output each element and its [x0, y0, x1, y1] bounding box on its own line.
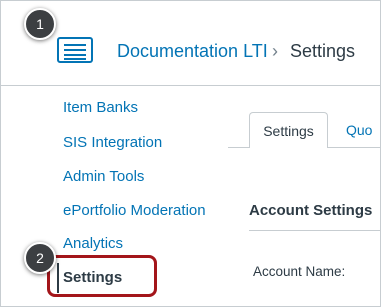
menu-bar-line	[64, 44, 86, 46]
account-name-label: Account Name:	[253, 264, 346, 279]
app-frame: Documentation LTI › Settings Item Banks …	[0, 0, 381, 307]
step-callout-1: 1	[24, 8, 56, 40]
section-heading-account-settings: Account Settings	[249, 202, 373, 219]
settings-highlight-box	[47, 255, 157, 297]
sidebar-item-eportfolio-moderation[interactable]: ePortfolio Moderation	[63, 202, 206, 220]
sidebar-item-sis-integration[interactable]: SIS Integration	[63, 134, 162, 152]
breadcrumb-current: Settings	[290, 41, 356, 61]
menu-bar-line	[64, 54, 86, 56]
section-divider	[249, 230, 380, 231]
breadcrumb-separator: ›	[272, 41, 278, 61]
tab-quotas[interactable]: Quo	[346, 112, 372, 148]
sidebar-item-analytics[interactable]: Analytics	[63, 235, 123, 253]
hamburger-menu-icon[interactable]	[57, 37, 93, 63]
step-callout-2: 2	[24, 242, 56, 274]
sidebar-item-item-banks[interactable]: Item Banks	[63, 99, 138, 117]
tab-settings[interactable]: Settings	[249, 112, 328, 148]
menu-bar-line	[64, 49, 86, 51]
breadcrumb-account-link[interactable]: Documentation LTI	[117, 39, 268, 63]
menu-bar-line	[64, 58, 86, 60]
content-top-divider	[228, 85, 380, 86]
sidebar-item-admin-tools[interactable]: Admin Tools	[63, 168, 144, 186]
